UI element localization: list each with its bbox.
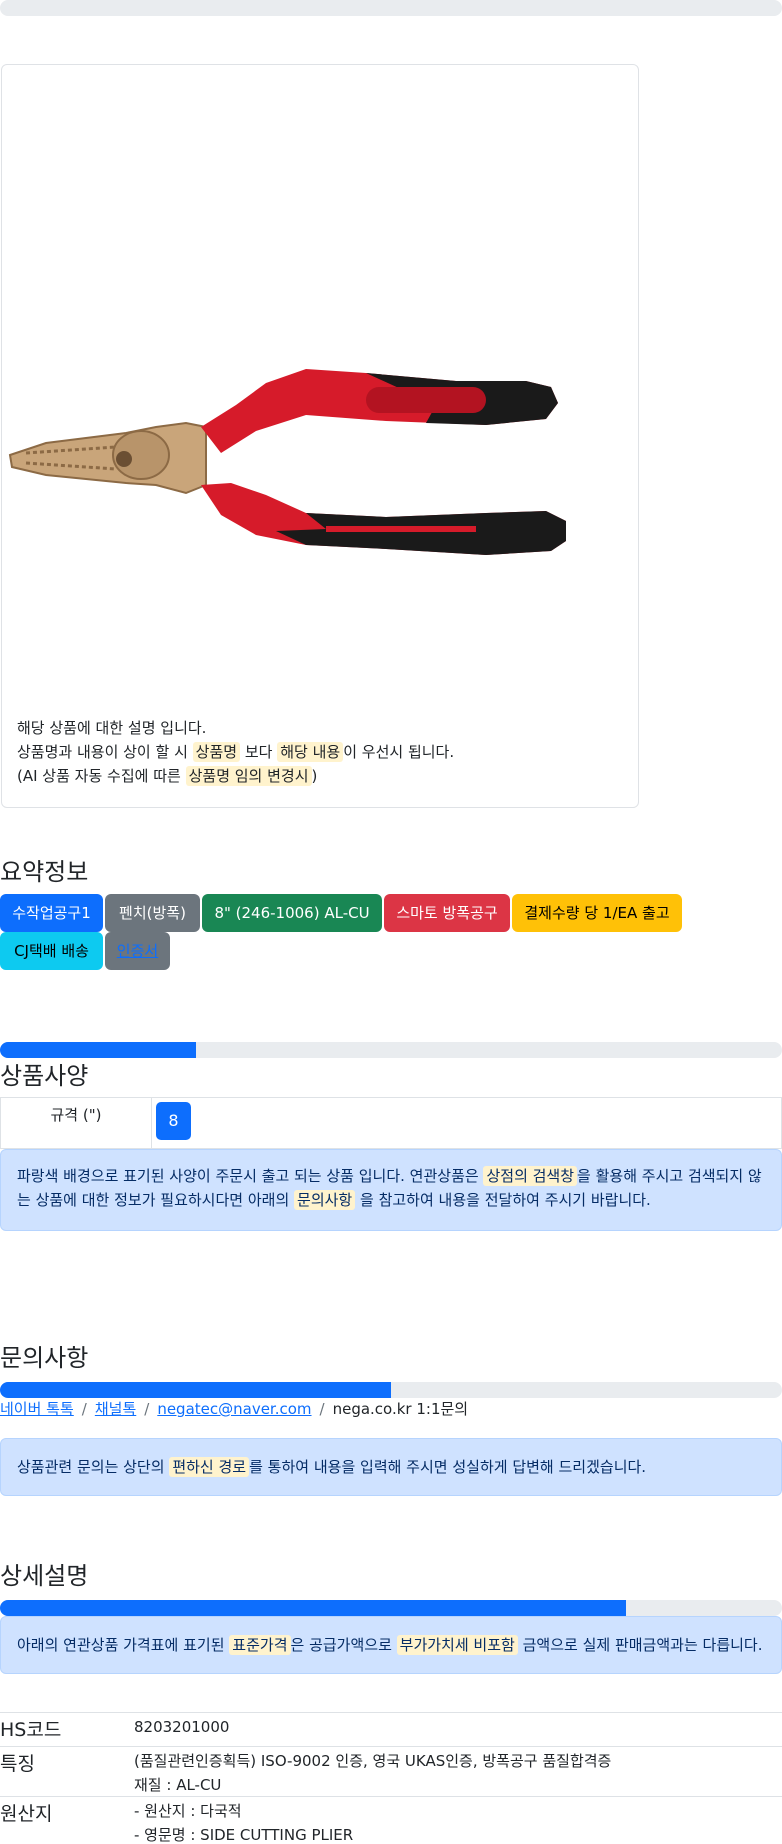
spec-table: 규격 (") 8 <box>0 1097 782 1149</box>
highlight-inquiry: 문의사항 <box>294 1190 356 1210</box>
spec-option-button[interactable]: 8 <box>156 1102 191 1140</box>
separator: / <box>81 1400 87 1418</box>
product-description: 해당 상품에 대한 설명 입니다. 상품명과 내용이 상이 할 시 상품명 보다… <box>17 716 454 788</box>
highlight-product-name: 상품명 <box>192 742 241 762</box>
badge-category[interactable]: 수작업공구1 <box>0 894 103 932</box>
row-key: 특징 <box>0 1753 35 1775</box>
detail-notice: 아래의 연관상품 가격표에 표기된 표준가격 은 공급가액으로 부가가치세 비포함… <box>0 1616 782 1674</box>
highlight-vat-excluded: 부가가치세 비포함 <box>396 1635 518 1655</box>
detail-row-origin: 원산지 - 원산지 : 다국적 - 영문명 : SIDE CUTTING PLI… <box>0 1796 782 1844</box>
spec-title: 상품사양 <box>0 1062 89 1090</box>
description-line-2: 상품명과 내용이 상이 할 시 상품명 보다 해당 내용 이 우선시 됩니다. <box>17 742 455 762</box>
highlight-content: 해당 내용 <box>277 742 344 762</box>
inquiry-title: 문의사항 <box>0 1344 89 1372</box>
product-image-pliers <box>8 369 566 555</box>
inquiry-links: 네이버 톡톡 / 채널톡 / negatec@naver.com / nega.co.kr … <box>0 1397 468 1421</box>
certificate-link[interactable]: 인증서 <box>117 942 158 960</box>
inquiry-progress-fill <box>0 1382 391 1398</box>
naver-talk-link[interactable]: 네이버 톡톡 <box>0 1400 74 1418</box>
detail-row-features: 특징 (품질관련인증획득) ISO-9002 인증, 영국 UKAS인증, 방폭… <box>0 1746 782 1796</box>
detail-progress-fill <box>0 1600 626 1616</box>
spec-notice-line-2: 는 상품에 대한 정보가 필요하시다면 아래의 문의사항 을 참고하여 내용을 … <box>17 1190 651 1210</box>
spec-notice: 파랑색 배경으로 표기된 사양이 주문시 출고 되는 상품 입니다. 연관상품은… <box>0 1149 782 1231</box>
spec-row-label: 규격 (") <box>1 1098 152 1148</box>
badge-model[interactable]: 8" (246-1006) AL-CU <box>202 894 382 932</box>
separator: / <box>319 1400 325 1418</box>
product-card: 해당 상품에 대한 설명 입니다. 상품명과 내용이 상이 할 시 상품명 보다… <box>1 64 639 808</box>
description-line-3: (AI 상품 자동 수집에 따른 상품명 임의 변경시) <box>17 766 318 786</box>
email-link[interactable]: negatec@naver.com <box>157 1400 311 1418</box>
highlight-search-box: 상점의 검색창 <box>483 1166 578 1186</box>
top-progress-bar <box>0 0 782 16</box>
badge-delivery[interactable]: CJ택배 배송 <box>0 932 103 970</box>
row-value: (품질관련인증획득) ISO-9002 인증, 영국 UKAS인증, 방폭공구 … <box>134 1752 612 1794</box>
description-line-1: 해당 상품에 대한 설명 입니다. <box>17 719 207 737</box>
summary-title: 요약정보 <box>0 858 89 886</box>
detail-progress-bar <box>0 1600 782 1616</box>
detail-row-hs-code: HS코드 8203201000 <box>0 1712 782 1746</box>
channel-talk-link[interactable]: 채널톡 <box>95 1400 136 1418</box>
spec-progress-bar <box>0 1042 782 1058</box>
highlight-name-change: 상품명 임의 변경시 <box>185 766 312 786</box>
highlight-standard-price: 표준가격 <box>229 1635 291 1655</box>
row-key: HS코드 <box>0 1719 62 1741</box>
badge-subcategory[interactable]: 펜치(방폭) <box>105 894 200 932</box>
highlight-convenient-route: 편하신 경로 <box>169 1457 250 1477</box>
badge-certificate[interactable]: 인증서 <box>105 932 170 970</box>
spec-notice-line-1: 파랑색 배경으로 표기된 사양이 주문시 출고 되는 상품 입니다. 연관상품은… <box>17 1166 762 1186</box>
badge-shipping-quantity[interactable]: 결제수량 당 1/EA 출고 <box>512 894 682 932</box>
inquiry-notice: 상품관련 문의는 상단의 편하신 경로 를 통하여 내용을 입력해 주시면 성실하… <box>0 1438 782 1496</box>
badge-brand[interactable]: 스마토 방폭공구 <box>384 894 510 932</box>
detail-title: 상세설명 <box>0 1562 89 1590</box>
site-inquiry-text: nega.co.kr 1:1문의 <box>332 1400 469 1418</box>
row-value: 8203201000 <box>134 1718 230 1736</box>
separator: / <box>144 1400 150 1418</box>
row-value: - 원산지 : 다국적 - 영문명 : SIDE CUTTING PLIER <box>134 1802 354 1844</box>
row-key: 원산지 <box>0 1803 53 1825</box>
inquiry-progress-bar <box>0 1382 782 1398</box>
